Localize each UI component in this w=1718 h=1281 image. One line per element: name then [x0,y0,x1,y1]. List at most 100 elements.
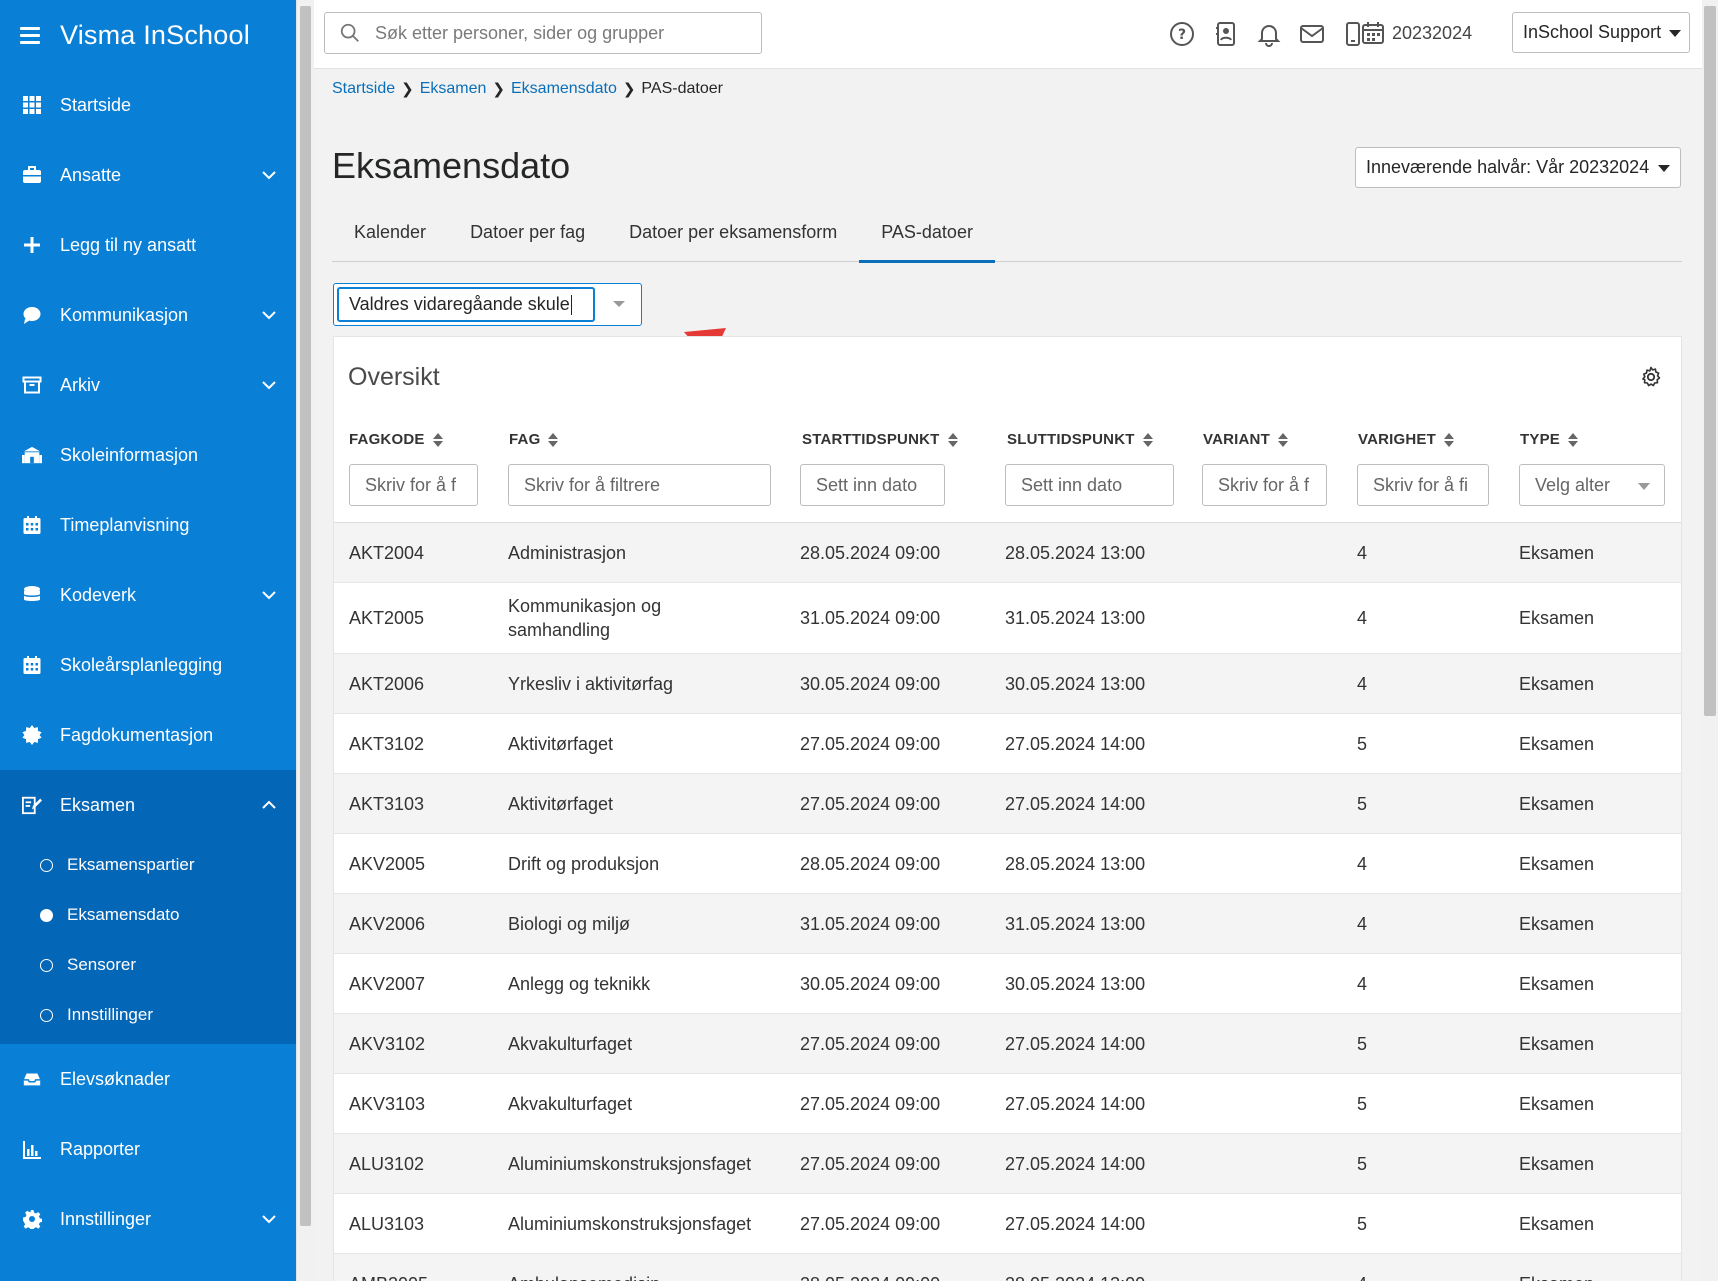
sidebar-item-elevsoknader[interactable]: Elevsøknader [0,1044,296,1114]
mail-icon[interactable] [1298,20,1326,48]
submenu-item-sensorer[interactable]: Sensorer [0,940,296,990]
cell-type: Eksamen [1519,793,1595,814]
table-row[interactable]: ALU3102 Aluminiumskonstruksjonsfaget 27.05… [334,1134,1681,1194]
cell-starttidspunkt: 27.05.2024 09:00 [800,1213,941,1234]
school-year-selector[interactable]: 20232024 [1360,20,1472,46]
filter-type-select[interactable]: Velg alter [1519,464,1665,506]
breadcrumb-eksamen[interactable]: Eksamen [420,80,487,98]
sort-icon[interactable] [947,432,958,447]
sidebar-item-label: Timeplanvisning [60,514,190,535]
sidebar-item-timeplanvisning[interactable]: Timeplanvisning [0,490,296,560]
cell-starttidspunkt: 31.05.2024 09:00 [800,608,941,628]
chevron-down-icon[interactable] [260,376,278,394]
sidebar-item-rapporter[interactable]: Rapporter [0,1114,296,1184]
cell-fagkode: AKV3102 [349,1033,426,1054]
sort-icon[interactable] [1567,432,1578,447]
sidebar-item-eksamen[interactable]: Eksamen [0,770,296,840]
chevron-down-icon[interactable] [260,306,278,324]
dropdown-arrow-icon[interactable] [613,301,625,307]
table-row[interactable]: AKV3103 Akvakulturfaget 27.05.2024 09:00 27… [334,1074,1681,1134]
table-row[interactable]: ALU3103 Aluminiumskonstruksjonsfaget 27.05… [334,1194,1681,1254]
submenu-item-eksamenspartier[interactable]: Eksamenspartier [0,840,296,890]
chevron-down-icon[interactable] [260,1210,278,1228]
sort-icon[interactable] [1277,432,1288,447]
sidebar-item-legg-til-ny-ansatt[interactable]: Legg til ny ansatt [0,210,296,280]
chevron-right-icon: ❯ [622,81,636,98]
table-row[interactable]: AKT2004 Administrasjon 28.05.2024 09:00 28.… [334,523,1681,583]
column-header-fag[interactable]: FAG [509,431,559,448]
gear-icon[interactable] [1639,365,1663,389]
table-row[interactable]: AKV2007 Anlegg og teknikk 30.05.2024 09:00… [334,954,1681,1014]
table-row[interactable]: AKV2005 Drift og produksjon 28.05.2024 09:… [334,834,1681,894]
cell-fagkode: AMB2005 [349,1272,428,1281]
sidebar-item-startside[interactable]: Startside [0,70,296,140]
cell-starttidspunkt: 30.05.2024 09:00 [800,673,941,694]
column-header-type[interactable]: TYPE [1520,431,1578,448]
table-row[interactable]: AKV3102 Akvakulturfaget 27.05.2024 09:00 27… [334,1014,1681,1074]
sort-icon[interactable] [432,432,443,447]
cell-starttidspunkt: 27.05.2024 09:00 [800,1153,941,1174]
global-search-input[interactable]: Søk etter personer, sider og grupper [324,12,762,54]
column-header-starttidspunkt[interactable]: STARTTIDSPUNKT [802,431,958,448]
table-row[interactable]: AKT3103 Aktivitørfaget 27.05.2024 09:00 27.… [334,774,1681,834]
help-icon[interactable]: ? [1168,20,1196,48]
sidebar-item-kommunikasjon[interactable]: Kommunikasjon [0,280,296,350]
table-row[interactable]: AMB2005 Ambulansemedisin 28.05.2024 09:00 2… [334,1254,1681,1281]
cell-varighet: 4 [1357,1272,1367,1281]
school-select-input[interactable]: Valdres vidaregåande skule [337,287,595,322]
column-header-varighet[interactable]: VARIGHET [1358,431,1454,448]
sidebar-item-skolearsplanlegging[interactable]: Skoleårsplanlegging [0,630,296,700]
sort-icon[interactable] [1444,432,1454,447]
chevron-down-icon[interactable] [260,586,278,604]
search-placeholder: Søk etter personer, sider og grupper [375,22,665,43]
calendar-icon [22,515,42,535]
filter-sluttidspunkt[interactable]: Sett inn dato [1005,464,1174,506]
sidebar-item-innstillinger[interactable]: Innstillinger [0,1184,296,1254]
table-row[interactable]: AKT2005 Kommunikasjon og samhandling 31.05… [334,583,1681,654]
tab-datoer-per-fag[interactable]: Datoer per fag [448,212,607,262]
school-select[interactable]: Valdres vidaregåande skule [333,283,642,326]
column-label: FAG [509,431,541,448]
submenu-item-innstillinger[interactable]: Innstillinger [0,990,296,1040]
tab-pas-datoer[interactable]: PAS-datoer [859,212,995,263]
filter-starttidspunkt[interactable]: Sett inn dato [800,464,945,506]
filter-fagkode[interactable]: Skriv for å f [349,464,478,506]
sort-icon[interactable] [1142,432,1153,447]
breadcrumb-startside[interactable]: Startside [332,80,395,98]
sidebar-item-fagdokumentasjon[interactable]: Fagdokumentasjon [0,700,296,770]
filter-variant[interactable]: Skriv for å f [1202,464,1327,506]
hamburger-menu-icon[interactable] [20,27,42,44]
chevron-up-icon[interactable] [260,796,278,814]
column-header-sluttidspunkt[interactable]: SLUTTIDSPUNKT [1007,431,1153,448]
table-row[interactable]: AKT2006 Yrkesliv i aktivitørfag 30.05.2024… [334,654,1681,714]
sidebar-item-kodeverk[interactable]: Kodeverk [0,560,296,630]
cell-fagkode: ALU3102 [349,1153,425,1174]
breadcrumb-eksamensdato[interactable]: Eksamensdato [511,80,617,98]
contact-card-icon[interactable] [1212,20,1240,48]
cell-varighet: 5 [1357,793,1368,814]
sidebar-item-arkiv[interactable]: Arkiv [0,350,296,420]
term-select[interactable]: Inneværende halvår: Vår 20232024 [1355,147,1681,188]
column-label: SLUTTIDSPUNKT [1007,431,1135,448]
sidebar-scrollbar[interactable] [296,0,314,1281]
app-title[interactable]: Visma InSchool [60,20,250,51]
filter-varighet[interactable]: Skriv for å fi [1357,464,1489,506]
submenu-item-eksamensdato[interactable]: Eksamensdato [0,890,296,940]
column-header-fagkode[interactable]: FAGKODE [349,431,443,448]
inbox-icon [22,1069,42,1089]
user-menu-button[interactable]: InSchool Support [1512,12,1690,53]
table-row[interactable]: AKT3102 Aktivitørfaget 27.05.2024 09:00 27.… [334,714,1681,774]
sort-icon[interactable] [548,432,559,447]
chevron-down-icon[interactable] [260,166,278,184]
sidebar-item-skoleinformasjon[interactable]: Skoleinformasjon [0,420,296,490]
page-scrollbar[interactable] [1702,0,1718,1281]
page-title: Eksamensdato [332,145,571,186]
filter-fag[interactable]: Skriv for å filtrere [508,464,771,506]
table-row[interactable]: AKV2006 Biologi og miljø 31.05.2024 09:00 3… [334,894,1681,954]
calendar-icon [1362,22,1384,44]
column-header-variant[interactable]: VARIANT [1203,431,1288,448]
tab-kalender[interactable]: Kalender [332,212,448,262]
tab-datoer-per-eksamensform[interactable]: Datoer per eksamensform [607,212,859,262]
notification-bell-icon[interactable] [1255,20,1283,48]
sidebar-item-ansatte[interactable]: Ansatte [0,140,296,210]
